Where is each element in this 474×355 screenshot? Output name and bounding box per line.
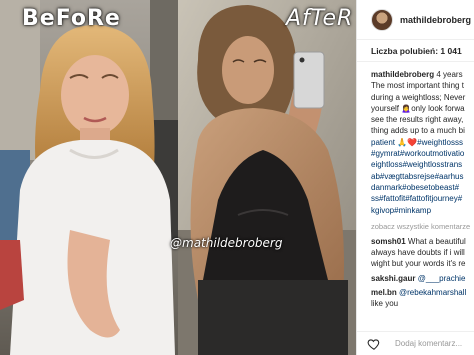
- caption-hashtags[interactable]: ab#vægttabsrejse#aarhus: [371, 171, 474, 182]
- caption-text: 4 years: [436, 70, 463, 79]
- caption-hashtags[interactable]: eightloss#weightlosstrans: [371, 159, 474, 170]
- comment: mel.bn @rebekahmarshall like you: [371, 287, 474, 310]
- after-photo-illustration: [178, 0, 356, 355]
- post-header: mathildebroberg: [357, 0, 474, 40]
- comment-username[interactable]: mel.bn: [371, 288, 397, 297]
- photo-watermark: @mathildebroberg: [170, 236, 283, 250]
- view-all-comments-link[interactable]: zobacz wszystkie komentarze: [357, 216, 474, 231]
- post-photo[interactable]: BeFoRe AfTeR @mathildebroberg: [0, 0, 356, 355]
- comments-list: somsh01 What a beautiful always have dou…: [357, 231, 474, 310]
- after-photo: [178, 0, 356, 355]
- likes-count[interactable]: Liczba polubień: 1 041: [357, 40, 474, 62]
- post-side-panel: mathildebroberg Liczba polubień: 1 041 m…: [356, 0, 474, 355]
- comment-text: like you: [371, 299, 399, 309]
- before-photo: [0, 0, 178, 355]
- caption-hashtags[interactable]: ss#fattofit#fattofitjourney#: [371, 193, 474, 204]
- comment: somsh01 What a beautiful always have dou…: [371, 236, 474, 270]
- caption-hashtags[interactable]: patient 🙏❤️#weightlosss: [371, 137, 474, 148]
- caption-line: during a weightloss; Never: [371, 92, 466, 102]
- caption-line: thing adds up to a much bi: [371, 126, 465, 136]
- caption-hashtags[interactable]: #gymrat#workoutmotivatio: [371, 148, 474, 159]
- comment-mention[interactable]: @rebekahmarshall: [399, 288, 466, 297]
- post-caption: mathildebroberg 4 years The most importa…: [357, 62, 474, 216]
- caption-line: yourself 🙍‍♀️only look forwa: [371, 103, 465, 113]
- caption-hashtags[interactable]: kgivop#minkamp: [371, 205, 474, 216]
- post-username[interactable]: mathildebroberg: [400, 15, 471, 25]
- caption-username[interactable]: mathildebroberg: [371, 70, 434, 79]
- comment-username[interactable]: somsh01: [371, 237, 406, 246]
- comment-mention[interactable]: @___prachie: [418, 274, 466, 283]
- before-photo-illustration: [0, 0, 178, 355]
- comment: sakshi.gaur @___prachie: [371, 273, 474, 284]
- caption-line: The most important thing t: [371, 81, 464, 91]
- after-stamp: AfTeR: [286, 6, 354, 31]
- comment-text: wight but your words it's re: [371, 259, 466, 269]
- comment-text: What a beautiful: [407, 236, 466, 246]
- caption-first-line: mathildebroberg 4 years: [371, 69, 474, 80]
- before-stamp: BeFoRe: [22, 6, 121, 31]
- avatar[interactable]: [371, 8, 393, 31]
- caption-hashtags[interactable]: danmark#obesetobeast#: [371, 182, 474, 193]
- heart-icon[interactable]: [367, 337, 381, 351]
- comment-text: always have doubts if i will: [371, 248, 465, 258]
- comment-bar: [357, 331, 474, 355]
- caption-line: see the results right away,: [371, 115, 464, 125]
- comment-input[interactable]: [395, 339, 474, 348]
- comment-username[interactable]: sakshi.gaur: [371, 274, 415, 283]
